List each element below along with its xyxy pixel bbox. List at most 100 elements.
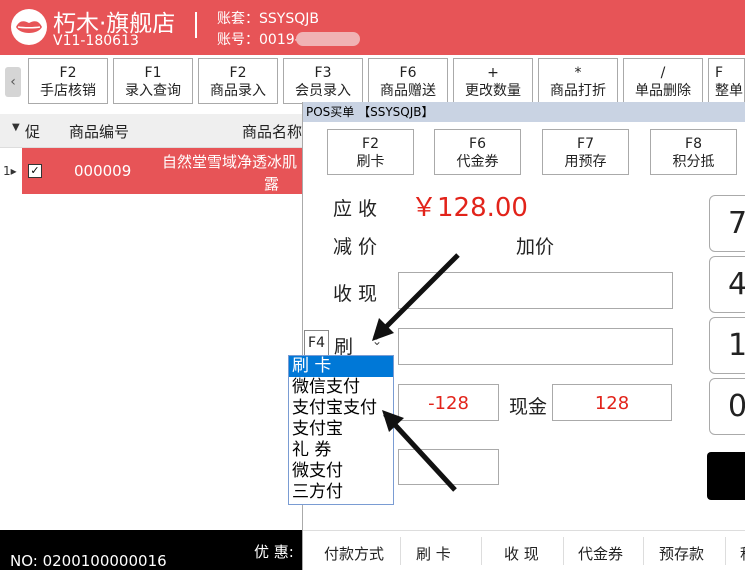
option-third-party[interactable]: 三方付 (289, 482, 393, 503)
option-wechat-pay[interactable]: 微信支付 (289, 377, 393, 398)
key-label: 积分抵 (672, 154, 715, 170)
numpad-0[interactable]: 0 (709, 378, 745, 435)
option-alipay-pay[interactable]: 支付宝支付 (289, 398, 393, 419)
receivable-label: 应 收 (333, 198, 378, 220)
key-code: F8 (685, 136, 702, 152)
fkey-code: F6 (399, 65, 417, 81)
discount-label: 优 惠: (254, 543, 294, 561)
function-key-toolbar: ‹ F2 手店核销 F1 录入查询 F2 商品录入 F3 会员录入 F6 商品赠送 + 更改… (0, 55, 745, 107)
footer-divider (400, 537, 401, 565)
footer-divider (563, 537, 564, 565)
sort-desc-icon: ▼ (12, 122, 20, 133)
fkey-label: 商品赠送 (380, 83, 436, 99)
footer-cash: 收 现 (504, 545, 539, 563)
order-number: NO: 0200100000016 (10, 552, 167, 570)
version-label: V11-180613 (53, 33, 139, 49)
bottom-status-bar: NO: 0200100000016 优 惠: (0, 530, 310, 570)
card-amount-input[interactable] (398, 328, 673, 365)
numpad-1[interactable]: 1 (709, 317, 745, 374)
receivable-amount: ￥128.00 (411, 193, 528, 223)
fkey-code: F2 (59, 65, 77, 81)
fkey-code: + (487, 65, 499, 81)
option-alipay[interactable]: 支付宝 (289, 419, 393, 440)
fkey-label: 商品打折 (550, 83, 606, 99)
scroll-left-button[interactable]: ‹ (5, 67, 21, 97)
fkey-change-quantity[interactable]: + 更改数量 (453, 58, 533, 104)
extra-input[interactable] (398, 449, 499, 485)
col-code[interactable]: 商品编号 (69, 121, 129, 142)
footer-payment-method: 付款方式 (324, 545, 385, 563)
option-card[interactable]: 刷 卡 (289, 356, 393, 377)
cash-label: 现金 (509, 396, 548, 418)
fkey-whole-order[interactable]: F 整单 (708, 58, 745, 104)
fkey-delete-item[interactable]: / 单品删除 (623, 58, 703, 104)
fkey-label: 录入查询 (125, 83, 181, 99)
f4-key-button[interactable]: F4 (304, 330, 329, 357)
col-name[interactable]: 商品名称 (242, 121, 302, 142)
footer-points: 积 (740, 543, 745, 564)
fkey-label: 整单 (715, 83, 743, 99)
numpad-4[interactable]: 4 (709, 256, 745, 313)
row-indicator: 1▸ (0, 148, 22, 194)
fkey-code: F2 (229, 65, 247, 81)
top-header: 朽木·旗舰店 V11-180613 账套：SSYSQJB 账号：0019- (0, 0, 745, 55)
fkey-label: 单品删除 (635, 83, 691, 99)
footer-prepaid: 预存款 (659, 545, 705, 563)
fkey-label: 会员录入 (295, 83, 351, 99)
fkey-code: / (660, 65, 666, 81)
header-divider (195, 12, 197, 38)
footer-voucher: 代金券 (578, 545, 624, 563)
reduce-price-label: 减 价 (333, 236, 378, 258)
fkey-product-discount[interactable]: * 商品打折 (538, 58, 618, 104)
fkey-code: F1 (144, 65, 162, 81)
row-name-cont: 露 (264, 175, 280, 193)
fkey-shop-verify[interactable]: F2 手店核销 (28, 58, 108, 104)
cash-receive-label: 收 现 (333, 283, 378, 305)
dialog-key-card[interactable]: F2 刷卡 (327, 129, 414, 175)
table-header: ▼ 促 商品编号 商品名称 (0, 114, 310, 148)
lips-logo-icon (11, 9, 47, 45)
row-checkbox[interactable]: ✓ (28, 164, 42, 178)
fkey-code: * (574, 65, 582, 81)
footer-card: 刷 卡 (416, 545, 451, 563)
account-number: 账号：0019- (217, 32, 300, 48)
row-index: 1 (3, 164, 11, 178)
footer-divider (725, 537, 726, 565)
redacted-account (296, 32, 360, 46)
option-gift-voucher[interactable]: 礼 券 (289, 440, 393, 461)
chevron-down-icon[interactable]: ⌄ (372, 334, 382, 348)
fkey-product-gift[interactable]: F6 商品赠送 (368, 58, 448, 104)
footer-divider (481, 537, 482, 565)
key-code: F2 (362, 136, 379, 152)
fkey-product-entry[interactable]: F2 商品录入 (198, 58, 278, 104)
col-promo[interactable]: 促 (25, 121, 40, 142)
dialog-key-points[interactable]: F8 积分抵 (650, 129, 737, 175)
dialog-key-voucher[interactable]: F6 代金券 (434, 129, 521, 175)
key-label: 刷卡 (356, 154, 385, 170)
cash-receive-input[interactable] (398, 272, 673, 309)
fkey-label: 手店核销 (40, 83, 96, 99)
row-name: 自然堂雪域净透冰肌 (162, 153, 298, 171)
fkey-member-entry[interactable]: F3 会员录入 (283, 58, 363, 104)
fkey-label: 更改数量 (465, 83, 521, 99)
dialog-key-prepaid[interactable]: F7 用预存 (542, 129, 629, 175)
table-row[interactable]: 000009 自然堂雪域净透冰肌 露 (0, 148, 310, 194)
payment-type-dropdown: 刷 卡 微信支付 支付宝支付 支付宝 礼 券 微支付 三方付 (288, 355, 394, 505)
fkey-code: F3 (314, 65, 332, 81)
fkey-label: 商品录入 (210, 83, 266, 99)
add-price-label: 加价 (516, 236, 555, 258)
key-code: F7 (577, 136, 594, 152)
confirm-button[interactable] (707, 452, 745, 500)
fkey-entry-query[interactable]: F1 录入查询 (113, 58, 193, 104)
fkey-code: F (715, 65, 724, 81)
payment-methods-footer: 付款方式 刷 卡 收 现 代金券 预存款 积 (303, 530, 745, 570)
option-micro-pay[interactable]: 微支付 (289, 461, 393, 482)
change-value: -128 (428, 393, 469, 414)
key-label: 代金券 (456, 154, 499, 170)
row-code: 000009 (74, 162, 132, 180)
account-set: 账套：SSYSQJB (217, 11, 319, 27)
footer-divider (643, 537, 644, 565)
key-label: 用预存 (564, 154, 607, 170)
key-code: F6 (469, 136, 486, 152)
numpad-7[interactable]: 7 (709, 195, 745, 252)
